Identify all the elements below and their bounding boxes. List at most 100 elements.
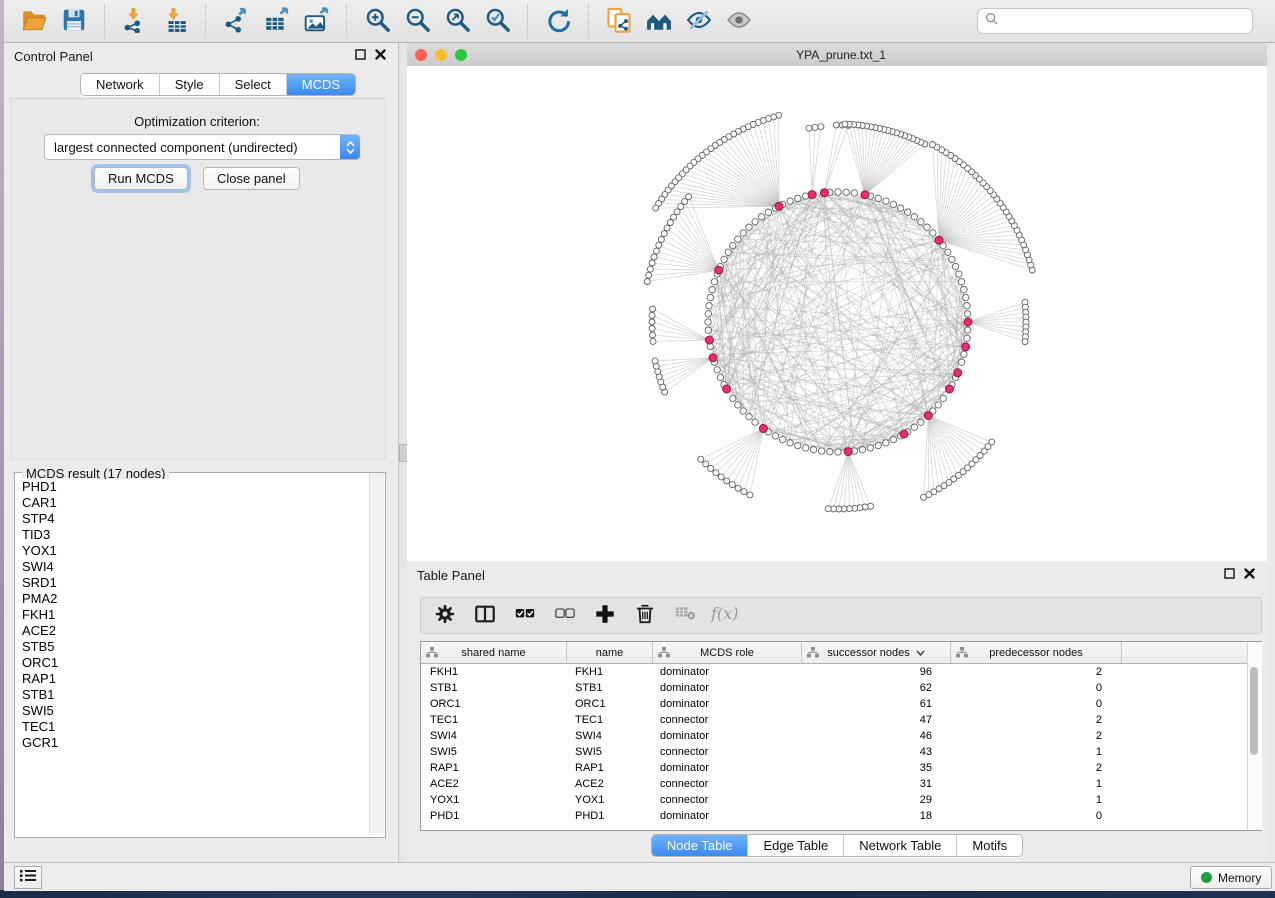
save-button[interactable] <box>54 5 94 37</box>
column-header-shared-name[interactable]: shared name <box>421 642 567 663</box>
cell-name: ACE2 <box>566 778 651 790</box>
zoom-fit-icon <box>444 6 471 36</box>
table-row[interactable]: YOX1YOX1connector291 <box>421 792 1261 808</box>
result-item[interactable]: YOX1 <box>15 543 370 559</box>
tree-icon <box>658 647 670 661</box>
refresh-button[interactable] <box>538 5 578 37</box>
column-header-successor-nodes[interactable]: successor nodes <box>802 642 951 663</box>
float-icon[interactable] <box>355 47 366 65</box>
zoom-out-button[interactable] <box>397 5 437 37</box>
export-image-icon <box>302 7 330 36</box>
result-item[interactable]: ORC1 <box>15 655 370 671</box>
close-panel-button[interactable]: Close panel <box>203 167 300 190</box>
memory-button[interactable]: Memory <box>1190 866 1272 889</box>
svg-text:f(x): f(x) <box>710 604 738 623</box>
zoom-in-button[interactable] <box>357 5 397 37</box>
import-table-icon <box>161 7 189 36</box>
result-item[interactable]: SRD1 <box>15 575 370 591</box>
zoom-fit-button[interactable] <box>437 5 477 37</box>
network-window-titlebar[interactable]: YPA_prune.txt_1 <box>407 43 1275 67</box>
tab-motifs[interactable]: Motifs <box>956 835 1022 856</box>
table-header-row: shared namenameMCDS rolesuccessor nodesp… <box>421 642 1261 664</box>
export-image-button[interactable] <box>296 5 336 37</box>
float-icon[interactable] <box>1224 566 1235 584</box>
columns-button[interactable] <box>467 601 503 631</box>
zoom-selected-button[interactable] <box>477 5 517 37</box>
status-bar <box>4 862 1275 891</box>
column-header-MCDS-role[interactable]: MCDS role <box>653 642 802 663</box>
export-network-button[interactable] <box>216 5 256 37</box>
task-history-button[interactable] <box>14 866 42 889</box>
criterion-dropdown[interactable]: largest connected component (undirected) <box>44 134 360 160</box>
result-item[interactable]: SWI5 <box>15 703 370 719</box>
search-input[interactable] <box>1000 13 1246 29</box>
cell-successor-nodes: 47 <box>799 714 947 726</box>
import-network-button[interactable] <box>115 5 155 37</box>
cell-shared-name: ACE2 <box>421 778 566 790</box>
deselect-all-button[interactable] <box>547 601 583 631</box>
table-row[interactable]: ACE2ACE2connector311 <box>421 776 1261 792</box>
export-network-icon <box>222 7 250 36</box>
tab-select[interactable]: Select <box>219 74 286 95</box>
search-box[interactable] <box>977 8 1253 34</box>
tab-mcds[interactable]: MCDS <box>286 74 355 95</box>
export-table-button[interactable] <box>256 5 296 37</box>
result-item[interactable]: STB1 <box>15 687 370 703</box>
gear-button[interactable] <box>427 601 463 631</box>
tab-edge-table[interactable]: Edge Table <box>747 835 843 856</box>
import-table-button[interactable] <box>155 5 195 37</box>
result-item[interactable]: CAR1 <box>15 495 370 511</box>
zoom-selected-icon <box>484 6 511 36</box>
result-item[interactable]: PHD1 <box>15 479 370 495</box>
cell-shared-name: RAP1 <box>421 762 566 774</box>
gear-icon <box>434 603 456 628</box>
delete-button[interactable] <box>627 601 663 631</box>
tab-network[interactable]: Network <box>81 74 159 95</box>
column-header-name[interactable]: name <box>567 642 653 663</box>
result-item[interactable]: PMA2 <box>15 591 370 607</box>
table-row[interactable]: SWI4SWI4dominator462 <box>421 728 1261 744</box>
result-scrollbar[interactable] <box>369 473 384 835</box>
search-icon <box>984 11 1000 32</box>
network-canvas[interactable] <box>407 66 1267 561</box>
result-item[interactable]: RAP1 <box>15 671 370 687</box>
table-row[interactable]: TEC1TEC1connector472 <box>421 712 1261 728</box>
table-row[interactable]: PHD1PHD1dominator180 <box>421 808 1261 824</box>
select-all-button[interactable] <box>507 601 543 631</box>
add-button[interactable] <box>587 601 623 631</box>
hide-details-icon <box>685 7 713 36</box>
table-row[interactable]: RAP1RAP1dominator352 <box>421 760 1261 776</box>
node-table[interactable]: shared namenameMCDS rolesuccessor nodesp… <box>420 641 1262 831</box>
cell-name: FKH1 <box>566 666 651 678</box>
column-header-predecessor-nodes[interactable]: predecessor nodes <box>951 642 1122 663</box>
close-icon[interactable] <box>1244 566 1255 584</box>
result-item[interactable]: TEC1 <box>15 719 370 735</box>
result-item[interactable]: ACE2 <box>15 623 370 639</box>
table-row[interactable]: STB1STB1dominator620 <box>421 680 1261 696</box>
table-row[interactable]: ORC1ORC1dominator610 <box>421 696 1261 712</box>
table-scrollbar-thumb[interactable] <box>1250 667 1258 755</box>
close-icon[interactable] <box>375 47 386 65</box>
result-item[interactable]: TID3 <box>15 527 370 543</box>
mcds-result-list[interactable]: PHD1CAR1STP4TID3YOX1SWI4SRD1PMA2FKH1ACE2… <box>15 479 370 835</box>
run-mcds-button[interactable]: Run MCDS <box>94 167 188 190</box>
table-row[interactable]: SWI5SWI5connector431 <box>421 744 1261 760</box>
result-item[interactable]: SWI4 <box>15 559 370 575</box>
result-item[interactable]: GCR1 <box>15 735 370 751</box>
clone-network-button[interactable] <box>599 5 639 37</box>
tab-style[interactable]: Style <box>159 74 219 95</box>
zoom-in-icon <box>364 6 391 36</box>
tab-network-table[interactable]: Network Table <box>843 835 956 856</box>
result-item[interactable]: STB5 <box>15 639 370 655</box>
tab-node-table[interactable]: Node Table <box>652 835 748 856</box>
hide-details-button[interactable] <box>679 5 719 37</box>
open-folder-button[interactable] <box>14 5 54 37</box>
table-row[interactable]: FKH1FKH1dominator962 <box>421 664 1261 680</box>
cell-predecessor-nodes: 0 <box>947 682 1117 694</box>
first-neighbors-button[interactable] <box>639 5 679 37</box>
show-details-button[interactable] <box>719 5 759 37</box>
result-item[interactable]: FKH1 <box>15 607 370 623</box>
cell-name: PHD1 <box>566 810 651 822</box>
result-item[interactable]: STP4 <box>15 511 370 527</box>
cell-predecessor-nodes: 1 <box>947 778 1117 790</box>
